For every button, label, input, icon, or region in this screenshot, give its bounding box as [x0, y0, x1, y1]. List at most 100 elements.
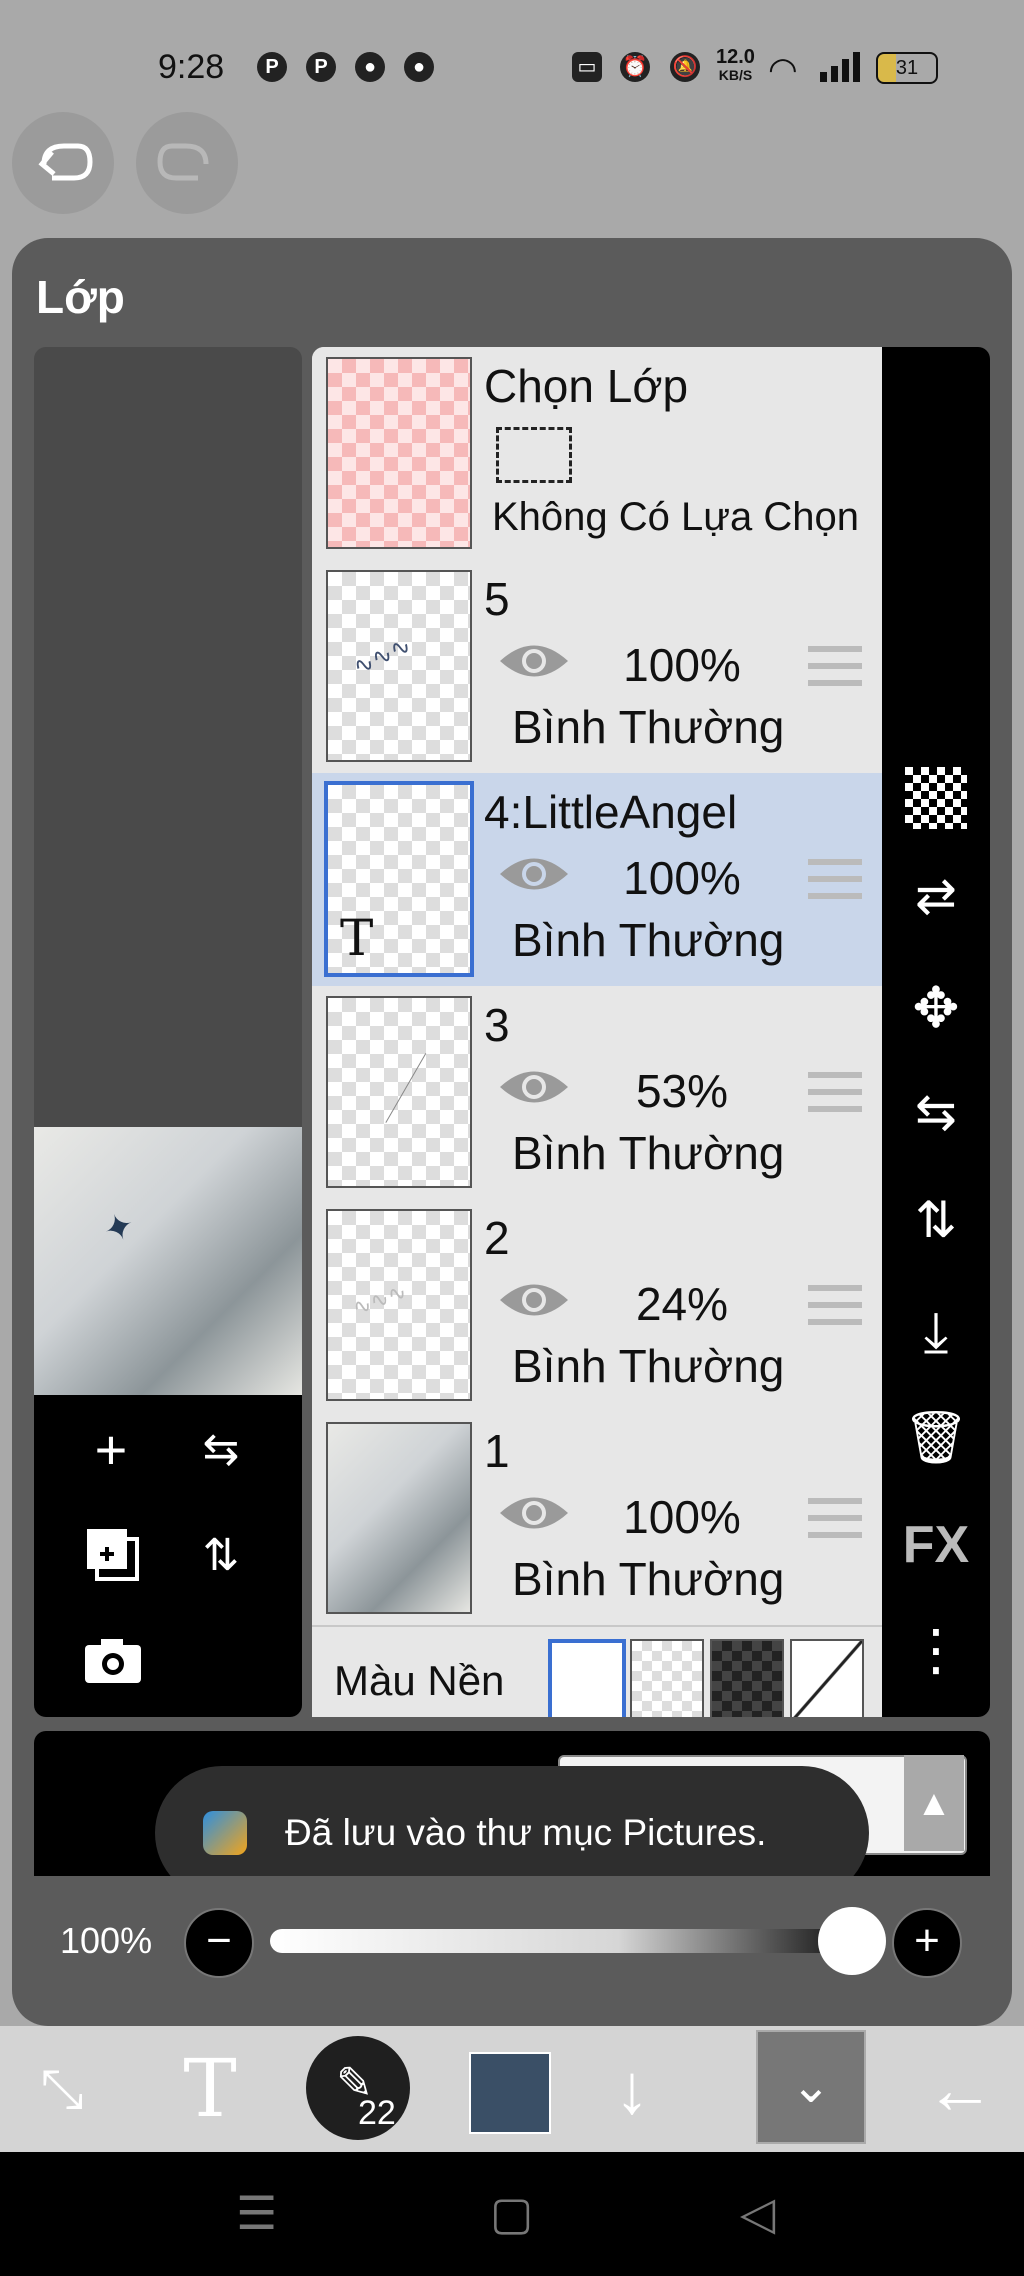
alarm-icon: ⏰ — [620, 52, 650, 82]
undo-button[interactable] — [12, 112, 114, 214]
wifi-icon: ◠ — [768, 51, 798, 89]
back-icon[interactable]: ◁ — [740, 2186, 775, 2240]
camera-icon[interactable] — [78, 1625, 148, 1701]
arrow-down-icon[interactable]: ↓ — [572, 2026, 692, 2152]
canvas-preview-image: ✦ — [34, 1127, 302, 1395]
opacity-increase-button[interactable]: + — [892, 1908, 962, 1978]
layer-blend-mode: Bình Thường — [512, 1553, 785, 1605]
selection-layer-title: Chọn Lớp — [484, 360, 689, 412]
battery-level: 31 — [895, 57, 919, 79]
pinterest-icon: P — [257, 52, 287, 82]
text-layer-icon: T — [340, 909, 374, 967]
selection-layer-row[interactable]: Chọn Lớp Không Có Lựa Chọn — [312, 347, 882, 562]
layer-opacity: 24% — [635, 1278, 729, 1330]
background-dark-swatch[interactable] — [710, 1639, 784, 1717]
layer-opacity: 100% — [623, 639, 741, 691]
left-tool-panel: + ⇆ ⇅ — [34, 1395, 302, 1717]
layer-thumbnail: ∿∿∿ — [326, 1209, 472, 1401]
layer-name: 1 — [484, 1425, 510, 1477]
visibility-eye-icon[interactable] — [498, 1490, 570, 1536]
mute-icon: 🔕 — [670, 52, 700, 82]
add-copy-icon[interactable] — [78, 1521, 148, 1601]
ibis-paint-app-icon — [203, 1811, 247, 1855]
visibility-eye-icon[interactable] — [498, 1277, 570, 1323]
cast-icon: ▭ — [572, 52, 602, 82]
checker-icon[interactable] — [882, 767, 990, 829]
layer-name: 3 — [484, 999, 510, 1051]
battery-icon: 31 — [876, 52, 938, 84]
layer-name: 4:LittleAngel — [484, 786, 738, 838]
trash-icon[interactable]: 🗑 — [882, 1407, 990, 1468]
drag-handle-icon[interactable] — [808, 859, 862, 899]
speed-unit: KB/S — [718, 67, 753, 83]
layer-opacity: 53% — [635, 1065, 729, 1117]
signal-icon — [820, 50, 864, 82]
layer-row[interactable]: 1 100% Bình Thường — [312, 1412, 882, 1627]
background-white-swatch[interactable] — [548, 1639, 626, 1717]
layer-list[interactable]: Chọn Lớp Không Có Lựa Chọn ∿∿∿ 5 100% Bì… — [312, 347, 882, 1717]
home-icon[interactable]: ▢ — [490, 2186, 533, 2240]
layer-thumbnail — [326, 1422, 472, 1614]
selection-layer-thumbnail — [326, 357, 472, 549]
drag-handle-icon[interactable] — [808, 1498, 862, 1538]
blend-mode-arrow-icon[interactable]: ▲ — [904, 1755, 964, 1851]
background-none-swatch[interactable] — [790, 1639, 864, 1717]
toast-message: Đã lưu vào thư mục Pictures. — [285, 1812, 767, 1853]
undo-icon — [38, 143, 93, 181]
chrome-icon: ● — [355, 52, 385, 82]
fx-button[interactable]: FX — [882, 1515, 990, 1575]
transfer-icon[interactable]: ⇄ — [882, 867, 990, 925]
selection-marquee-icon — [496, 427, 572, 483]
opacity-decrease-button[interactable]: − — [184, 1908, 254, 1978]
layer-thumbnail: T — [324, 781, 474, 977]
right-tool-column: ⇄ ✥ ⇆ ⇅ ⤓ 🗑 FX ⋮ — [882, 347, 990, 1717]
opacity-slider[interactable] — [270, 1929, 850, 1953]
layer-row-selected[interactable]: T 4:LittleAngel 100% Bình Thường — [312, 773, 882, 988]
transform-icon[interactable]: ⤡ — [2, 2026, 122, 2152]
add-layer-icon[interactable]: + — [76, 1415, 146, 1485]
opacity-slider-knob[interactable] — [818, 1907, 886, 1975]
layer-name: 2 — [484, 1212, 510, 1264]
opacity-value: 100% — [60, 1920, 153, 1961]
flip-horizontal-icon[interactable]: ⇆ — [882, 1083, 990, 1141]
brush-size: 22 — [358, 2094, 396, 2132]
flip-vertical-icon[interactable]: ⇅ — [186, 1521, 256, 1591]
layer-blend-mode: Bình Thường — [512, 1127, 785, 1179]
status-time: 9:28 — [158, 48, 225, 86]
chrome-icon: ● — [404, 52, 434, 82]
pinterest-icon: P — [306, 52, 336, 82]
text-tool-icon[interactable]: T — [150, 2026, 270, 2152]
drag-handle-icon[interactable] — [808, 1285, 862, 1325]
status-bar: 9:28 P P ● ● ▭ ⏰ 🔕 12.0 KB/S ◠ 31 — [0, 0, 1024, 110]
menu-icon[interactable]: ☰ — [236, 2186, 277, 2240]
layer-blend-mode: Bình Thường — [512, 914, 785, 966]
more-icon[interactable]: ⋮ — [882, 1617, 990, 1683]
layer-row[interactable]: ∿∿∿ 2 24% Bình Thường — [312, 1199, 882, 1414]
layer-blend-mode: Bình Thường — [512, 701, 785, 753]
visibility-eye-icon[interactable] — [498, 638, 570, 684]
background-transparent-swatch[interactable] — [630, 1639, 704, 1717]
merge-down-icon[interactable]: ⤓ — [882, 1299, 990, 1366]
chevron-down-icon: ⌄ — [790, 2060, 832, 2113]
flip-horizontal-icon[interactable]: ⇆ — [186, 1415, 256, 1485]
network-speed: 12.0 KB/S — [716, 47, 755, 84]
background-color-row: Màu Nền — [312, 1627, 882, 1717]
layer-blend-mode: Bình Thường — [512, 1340, 785, 1392]
layer-thumbnail — [326, 996, 472, 1188]
color-swatch[interactable] — [469, 2052, 551, 2134]
visibility-eye-icon[interactable] — [498, 851, 570, 897]
visibility-eye-icon[interactable] — [498, 1064, 570, 1110]
selection-status: Không Có Lựa Chọn — [492, 495, 860, 539]
layer-thumbnail: ∿∿∿ — [326, 570, 472, 762]
drag-handle-icon[interactable] — [808, 646, 862, 686]
flip-vertical-icon[interactable]: ⇅ — [882, 1191, 990, 1249]
layer-opacity: 100% — [623, 1491, 741, 1543]
move-icon[interactable]: ✥ — [882, 975, 990, 1041]
redo-button[interactable] — [136, 112, 238, 214]
layer-row[interactable]: 3 53% Bình Thường — [312, 986, 882, 1201]
back-arrow-icon[interactable]: ← — [900, 2026, 1020, 2152]
layer-opacity: 100% — [623, 852, 741, 904]
layer-row[interactable]: ∿∿∿ 5 100% Bình Thường — [312, 560, 882, 775]
drag-handle-icon[interactable] — [808, 1072, 862, 1112]
layer-panel-toggle[interactable]: ⌄ — [756, 2030, 866, 2144]
